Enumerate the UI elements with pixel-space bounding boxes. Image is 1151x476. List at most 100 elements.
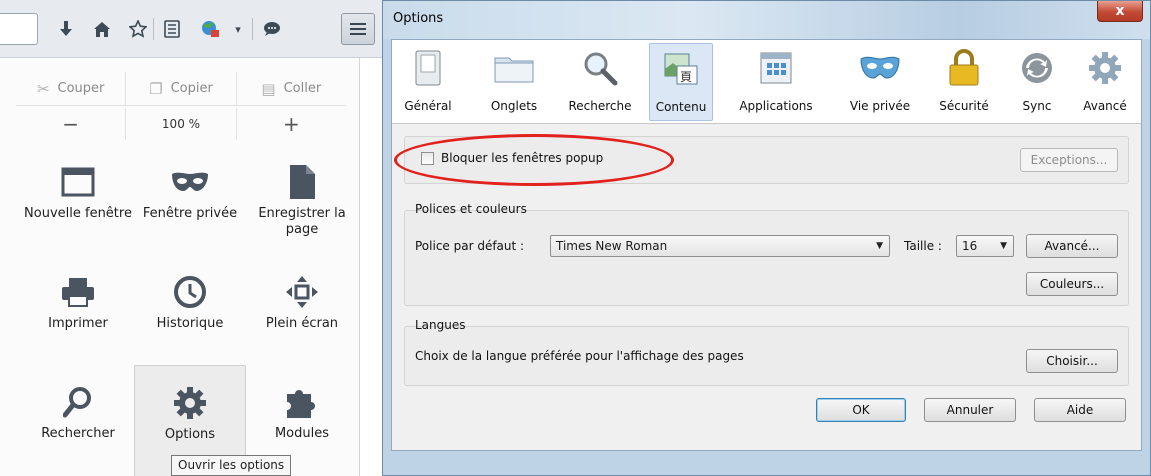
dialog-content: Général Onglets Recherche 頁 Contenu Appl… [391,39,1142,451]
magnifier-icon [582,43,618,93]
search-icon [22,378,134,426]
paste-label: Coller [283,81,322,96]
popup-exceptions-button[interactable]: Exceptions... [1020,148,1118,172]
menu-item-search[interactable]: Rechercher [22,378,134,466]
puzzle-icon [246,378,358,426]
languages-description: Choix de la langue préférée pour l'affic… [415,349,744,363]
tab-search[interactable]: Recherche [562,43,638,121]
menu-button[interactable] [341,13,375,45]
gear-icon [1088,43,1122,93]
tab-content[interactable]: 頁 Contenu [649,43,713,121]
font-size-select[interactable]: 16 ▼ [956,235,1014,257]
mask-icon [134,158,246,206]
dialog-title: Options [393,11,444,26]
annotation-ellipse [394,134,674,186]
browser-toolbar: ▾ [0,0,382,58]
tab-tabs[interactable]: Onglets [486,43,542,121]
clock-icon [134,268,246,316]
firefox-menu-panel: ✂ Couper ❐ Copier ▤ Coller − 100 % + Nou… [0,58,360,476]
home-icon[interactable] [88,14,116,44]
menu-item-label: Fenêtre privée [142,206,238,221]
fonts-colors-group: Polices et couleurs Police par défaut : … [404,202,1129,306]
menu-item-print[interactable]: Imprimer [22,268,134,356]
padlock-icon [948,43,980,93]
hamburger-line [350,23,366,25]
edit-controls: ✂ Couper ❐ Copier ▤ Coller [16,72,346,106]
toolbar-separator [252,18,253,40]
tab-label: Onglets [490,99,538,113]
dropdown-arrow-icon: ▼ [1000,241,1007,251]
cut-label: Couper [57,81,105,96]
copy-button[interactable]: ❐ Copier [125,72,235,105]
fonts-advanced-button[interactable]: Avancé... [1026,234,1118,258]
toolbar-separator [153,18,154,40]
menu-item-addons[interactable]: Modules [246,378,358,466]
tab-applications[interactable]: Applications [730,43,822,121]
paste-button[interactable]: ▤ Coller [235,72,346,105]
menu-item-private-window[interactable]: Fenêtre privée [134,158,246,246]
dropdown-arrow-icon[interactable]: ▾ [224,14,252,44]
dialog-titlebar[interactable]: Options x [383,1,1150,39]
svg-text:頁: 頁 [680,70,692,84]
default-font-select[interactable]: Times New Roman ▼ [550,235,890,257]
tab-advanced[interactable]: Avancé [1077,43,1133,121]
zoom-out-button[interactable]: − [16,108,125,140]
content-page-icon: 頁 [663,44,699,94]
zoom-reset-button[interactable]: 100 % [125,108,235,140]
menu-item-label: Nouvelle fenêtre [24,206,132,221]
help-button[interactable]: Aide [1034,398,1126,422]
colors-button[interactable]: Couleurs... [1026,272,1118,296]
cut-button[interactable]: ✂ Couper [16,72,125,105]
fonts-group-title: Polices et couleurs [415,202,527,216]
dropdown-arrow-icon: ▼ [876,241,883,251]
printer-icon [22,268,134,316]
chat-bubble-icon[interactable] [258,14,286,44]
cancel-button[interactable]: Annuler [924,398,1016,422]
search-bar-edge[interactable] [0,13,38,45]
tab-sync[interactable]: Sync [1012,43,1062,121]
bookmark-star-icon[interactable] [124,14,152,44]
applications-icon [759,43,793,93]
menu-item-fullscreen[interactable]: Plein écran [246,268,358,356]
languages-group: Langues Choix de la langue préférée pour… [404,318,1129,386]
menu-item-label: Historique [156,316,224,331]
sync-icon [1020,43,1054,93]
ok-button[interactable]: OK [816,398,906,422]
tab-label: Vie privée [849,99,911,113]
copy-label: Copier [170,81,213,96]
menu-item-history[interactable]: Historique [134,268,246,356]
menu-item-label: Plein écran [265,316,339,331]
menu-item-label: Rechercher [41,426,115,441]
addon-globe-icon[interactable] [196,14,224,44]
choose-language-button[interactable]: Choisir... [1026,349,1118,373]
tab-privacy[interactable]: Vie privée [842,43,918,121]
copy-icon: ❐ [149,79,163,98]
hamburger-line [350,28,366,30]
tab-general[interactable]: Général [400,43,456,121]
tab-security[interactable]: Sécurité [932,43,996,121]
hamburger-line [350,33,366,35]
zoom-controls: − 100 % + [16,108,346,140]
close-button[interactable]: x [1097,1,1143,22]
clipboard-icon: ▤ [261,79,276,98]
category-toolbar: Général Onglets Recherche 頁 Contenu Appl… [392,40,1141,124]
mask-icon [860,43,900,93]
menu-item-save-page[interactable]: Enregistrer la page [246,158,358,246]
font-size-label: Taille : [904,239,942,253]
tab-label: Contenu [655,100,707,114]
gear-icon [135,379,245,427]
tab-label: Applications [739,99,813,113]
page-icon [246,158,358,206]
tab-label: Avancé [1083,99,1127,113]
menu-item-label: Imprimer [48,316,108,331]
zoom-in-button[interactable]: + [235,108,346,140]
tab-label: Général [404,99,452,113]
scissors-icon: ✂ [36,79,50,98]
bookmarks-menu-icon[interactable] [158,14,186,44]
menu-item-new-window[interactable]: Nouvelle fenêtre [22,158,134,246]
download-icon[interactable] [52,14,80,44]
default-font-label: Police par défaut : [415,239,525,253]
fullscreen-icon [246,268,358,316]
window-icon [22,158,134,206]
languages-group-title: Langues [415,318,466,332]
